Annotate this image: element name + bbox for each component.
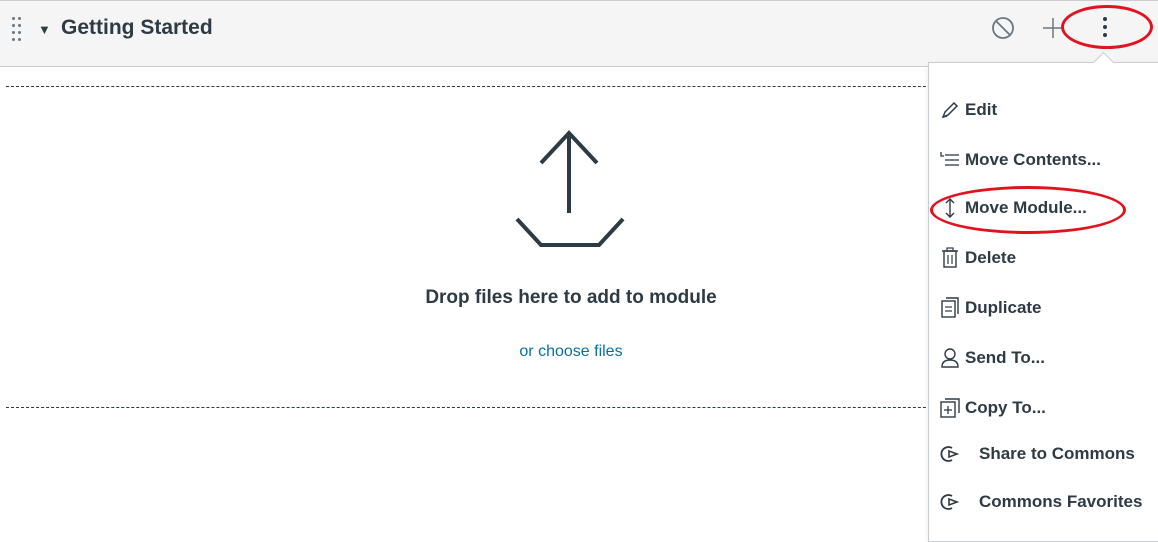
copy-to-icon [939,397,961,419]
kebab-menu-icon[interactable] [1094,11,1116,43]
commons-icon [939,443,961,465]
plus-icon[interactable] [1040,15,1066,46]
menu-item-delete[interactable]: Delete [939,243,1016,273]
duplicate-icon [939,297,961,319]
menu-item-move-module[interactable]: Move Module... [939,193,1087,223]
module-header: ▼ Getting Started [0,0,1158,67]
menu-item-label: Move Contents... [965,150,1102,169]
menu-item-send-to[interactable]: Send To... [939,343,1045,373]
menu-item-label: Duplicate [965,298,1042,317]
menu-item-label: Edit [965,100,998,119]
menu-item-share-commons[interactable]: Share to Commons [939,439,1135,469]
upload-icon [511,127,631,257]
module-options-menu: Edit Move Contents... Move Module... Del… [928,62,1158,542]
trash-icon [939,247,961,269]
commons-icon [939,491,961,513]
drag-handle-icon[interactable] [12,17,24,43]
send-user-icon [939,347,961,369]
menu-item-label: Copy To... [965,398,1046,417]
menu-item-label: Delete [965,248,1017,267]
move-updown-icon [939,197,961,219]
menu-item-label: Share to Commons [979,444,1135,463]
file-dropzone[interactable]: Drop files here to add to module or choo… [6,86,966,408]
caret-down-icon[interactable]: ▼ [38,22,51,37]
menu-item-label: Send To... [965,348,1045,367]
pencil-icon [939,99,961,121]
move-contents-icon [939,149,961,171]
unpublished-icon[interactable] [990,15,1016,46]
menu-item-label: Move Module... [965,198,1087,217]
module-title: Getting Started [61,16,213,39]
menu-item-copy-to[interactable]: Copy To... [939,393,1046,423]
menu-item-duplicate[interactable]: Duplicate [939,293,1042,323]
menu-item-commons-favorites[interactable]: Commons Favorites [939,487,1142,517]
menu-item-edit[interactable]: Edit [939,95,997,125]
menu-item-move-contents[interactable]: Move Contents... [939,145,1101,175]
menu-item-label: Commons Favorites [979,492,1143,511]
